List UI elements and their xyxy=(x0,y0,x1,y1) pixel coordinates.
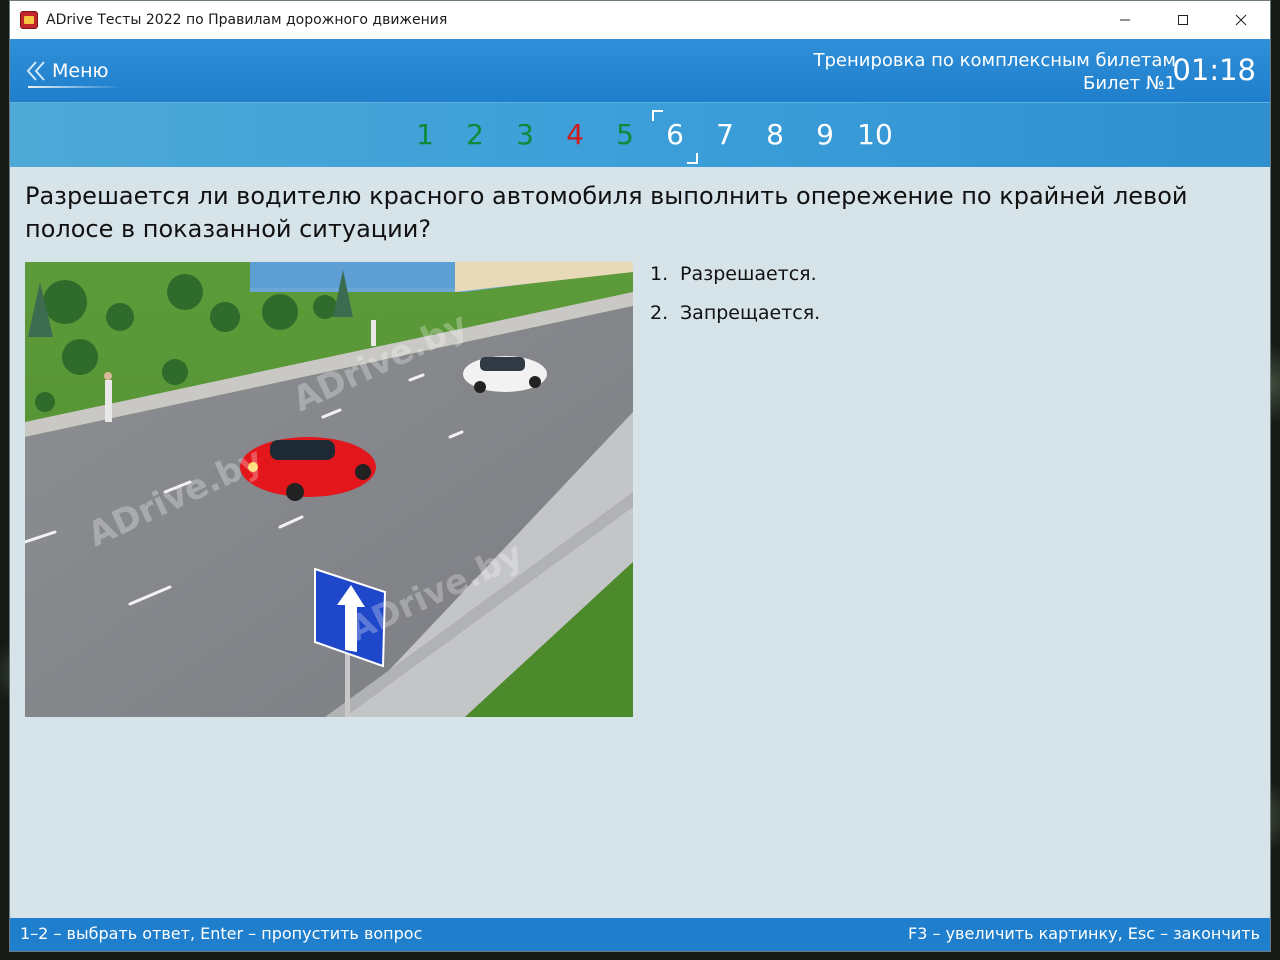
question-number-10[interactable]: 10 xyxy=(850,113,900,157)
question-text: Разрешается ли водителю красного автомоб… xyxy=(25,182,1188,243)
question-number-label: 10 xyxy=(857,118,893,151)
question-number-label: 8 xyxy=(766,118,784,151)
question-number-6[interactable]: 6 xyxy=(650,110,700,164)
window-title: ADrive Тесты 2022 по Правилам дорожного … xyxy=(46,12,448,28)
timer: 01:18 xyxy=(1172,53,1256,87)
ticket-title: Билет №1 xyxy=(1082,73,1176,94)
app-window: ADrive Тесты 2022 по Правилам дорожного … xyxy=(9,0,1271,952)
question-number-label: 9 xyxy=(816,118,834,151)
question-number-4[interactable]: 4 xyxy=(550,113,600,157)
question-number-7[interactable]: 7 xyxy=(700,113,750,157)
training-mode-info: Тренировка по комплексным билетам Билет … xyxy=(814,49,1176,95)
question-number-label: 1 xyxy=(416,118,434,151)
question-number-2[interactable]: 2 xyxy=(450,113,500,157)
question-image[interactable]: ADrive.by ADrive.by ADrive.by xyxy=(25,262,633,717)
menu-label: Меню xyxy=(52,60,109,82)
minimize-icon xyxy=(1120,19,1130,21)
answer-text: Разрешается. xyxy=(680,263,817,285)
close-icon xyxy=(1235,14,1247,26)
answer-number: 1. xyxy=(650,263,669,285)
question-number-3[interactable]: 3 xyxy=(500,113,550,157)
answer-list: 1. Разрешается. 2. Запрещается. xyxy=(650,261,820,339)
answer-option-1[interactable]: 1. Разрешается. xyxy=(650,261,820,300)
hint-left: 1–2 – выбрать ответ, Enter – пропустить … xyxy=(20,924,423,943)
road-scene-illustration: ADrive.by ADrive.by ADrive.by xyxy=(25,262,633,717)
question-number-label: 6 xyxy=(666,118,684,151)
question-navigator: 1 2 3 4 5 6 7 8 9 10 xyxy=(10,102,1270,167)
question-number-label: 4 xyxy=(566,118,584,151)
question-number-9[interactable]: 9 xyxy=(800,113,850,157)
hint-right: F3 – увеличить картинку, Esc – закончить xyxy=(908,924,1260,943)
header-bar: Меню Тренировка по комплексным билетам Б… xyxy=(10,39,1270,102)
app-icon xyxy=(20,11,38,29)
double-chevron-left-icon xyxy=(26,61,45,81)
menu-button[interactable]: Меню xyxy=(26,57,122,88)
answer-text: Запрещается. xyxy=(680,302,821,324)
question-number-label: 3 xyxy=(516,118,534,151)
title-bar: ADrive Тесты 2022 по Правилам дорожного … xyxy=(10,1,1270,39)
question-numbers: 1 2 3 4 5 6 7 8 9 10 xyxy=(400,110,900,164)
answer-option-2[interactable]: 2. Запрещается. xyxy=(650,300,820,339)
maximize-icon xyxy=(1178,15,1188,25)
current-marker-top xyxy=(652,110,663,121)
question-number-label: 5 xyxy=(616,118,634,151)
mode-title: Тренировка по комплексным билетам xyxy=(813,50,1176,71)
window-controls xyxy=(1096,1,1270,39)
maximize-button[interactable] xyxy=(1154,1,1212,39)
menu-underline xyxy=(28,86,122,88)
question-number-label: 7 xyxy=(716,118,734,151)
close-button[interactable] xyxy=(1212,1,1270,39)
question-number-8[interactable]: 8 xyxy=(750,113,800,157)
answer-number: 2. xyxy=(650,302,669,324)
footer-hints: 1–2 – выбрать ответ, Enter – пропустить … xyxy=(10,918,1270,951)
question-number-label: 2 xyxy=(466,118,484,151)
question-number-1[interactable]: 1 xyxy=(400,113,450,157)
question-number-5[interactable]: 5 xyxy=(600,113,650,157)
minimize-button[interactable] xyxy=(1096,1,1154,39)
current-marker-bottom xyxy=(687,153,698,164)
